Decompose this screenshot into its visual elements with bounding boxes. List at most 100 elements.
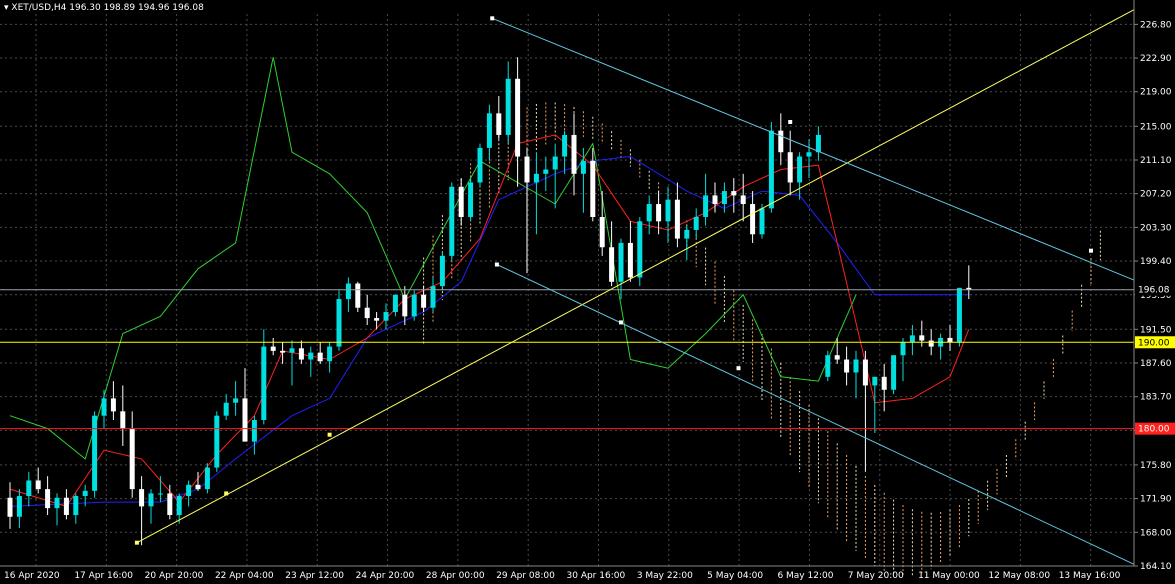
candle-body: [891, 355, 897, 390]
candle-body: [853, 359, 859, 373]
time-tick-label: 6 May 12:00: [777, 571, 833, 581]
candle-body: [402, 294, 408, 317]
candle-body: [815, 134, 821, 153]
candle-body: [571, 134, 577, 174]
channel-anchor: [490, 16, 495, 21]
price-tick-label: 226.80: [1140, 20, 1172, 30]
time-tick-label: 17 Apr 16:00: [74, 571, 133, 581]
hline-180-label: 180.00: [1138, 425, 1170, 435]
candle-body: [872, 376, 878, 386]
candle-body: [496, 113, 502, 135]
price-tick-label: 187.60: [1140, 359, 1172, 369]
candle-body: [214, 415, 220, 468]
candle-body: [458, 186, 464, 218]
candle-body: [524, 156, 530, 183]
channel-anchor: [494, 262, 499, 267]
candle-body: [110, 398, 116, 412]
channel-anchor: [788, 119, 793, 124]
price-axis: 226.80 222.90 219.00 215.00 211.10 207.20 203.…: [1133, 0, 1175, 572]
candle-body: [251, 420, 257, 442]
candle-body: [392, 294, 398, 313]
candle-body: [7, 497, 13, 517]
candle-body: [900, 342, 906, 356]
candle-body: [280, 350, 286, 353]
candle-body: [703, 195, 709, 218]
candle-body: [298, 348, 304, 360]
price-tick-label: 222.90: [1140, 54, 1172, 64]
candle-body: [26, 480, 32, 497]
candle-body: [477, 147, 483, 183]
price-tick-label: 168.00: [1140, 528, 1172, 538]
candle-body: [186, 484, 192, 497]
candle-body: [825, 355, 831, 377]
time-tick-label: 7 May 20:00: [848, 571, 904, 581]
candle-body: [834, 355, 840, 360]
candle-body: [486, 113, 492, 148]
candle-body: [411, 294, 417, 317]
candle-body: [364, 307, 370, 319]
time-tick-label: 23 Apr 12:00: [285, 571, 344, 581]
candle-body: [16, 496, 22, 517]
price-tick-label: 215.00: [1140, 122, 1172, 132]
price-tick-label: 211.10: [1140, 156, 1172, 166]
candle-body: [82, 490, 88, 497]
candle-body: [627, 242, 633, 278]
candle-body: [797, 156, 803, 183]
price-tick-label: 191.50: [1140, 325, 1172, 335]
candle-body: [665, 199, 671, 222]
candle-body: [223, 402, 229, 416]
candle-body: [317, 352, 323, 362]
price-tick-label: 171.90: [1140, 495, 1172, 505]
candle-body: [270, 346, 276, 351]
price-tick-label: 183.70: [1140, 393, 1172, 403]
candle-body: [862, 359, 868, 386]
time-tick-label: 28 Apr 00:00: [426, 571, 485, 581]
hline-190-label: 190.00: [1138, 338, 1170, 348]
candle-body: [327, 346, 333, 362]
candle-body: [383, 312, 389, 321]
time-tick-label: 20 Apr 20:00: [145, 571, 204, 581]
candle-body: [562, 134, 568, 157]
price-tick-label: 164.10: [1140, 562, 1172, 572]
candle-body: [928, 340, 934, 347]
candle-body: [947, 337, 953, 343]
candle-body: [45, 489, 51, 509]
candle-body: [919, 335, 925, 341]
candle-body: [73, 496, 79, 516]
candle-body: [740, 195, 746, 205]
trendline-drawings[interactable]: [0, 9, 1135, 565]
candle-body: [261, 346, 267, 421]
candle-body: [63, 497, 69, 516]
candle-body: [355, 283, 361, 308]
symbol-label: XET/USD,H4: [11, 3, 67, 13]
candle-body: [421, 294, 427, 308]
channel-anchor: [1089, 248, 1093, 253]
collapse-triangle-icon[interactable]: ▾: [4, 3, 9, 13]
channel-lower-line: [496, 264, 1135, 565]
candlesticks: [7, 57, 972, 546]
candle-body: [590, 160, 596, 218]
trendline-anchor: [224, 491, 229, 496]
candle-body: [242, 398, 248, 442]
trendline-anchor: [134, 540, 139, 545]
chart-window[interactable]: 226.80 222.90 219.00 215.00 211.10 207.20 203.…: [0, 0, 1175, 584]
trendline-anchor: [327, 432, 332, 437]
candle-body: [656, 204, 662, 222]
candle-body: [233, 398, 239, 403]
channel-anchor: [619, 320, 623, 325]
candle-body: [750, 204, 756, 235]
candle-body: [637, 221, 643, 278]
time-tick-label: 29 Apr 08:00: [496, 571, 555, 581]
candle-body: [646, 204, 652, 222]
candle-body: [543, 169, 549, 174]
candle-body: [35, 480, 41, 490]
candle-body: [533, 173, 539, 183]
candle-body: [289, 348, 295, 353]
candle-body: [148, 493, 154, 507]
time-tick-label: 11 May 00:00: [918, 571, 980, 581]
price-chart[interactable]: 226.80 222.90 219.00 215.00 211.10 207.20 203.…: [0, 0, 1175, 584]
time-axis: 16 Apr 2020 17 Apr 16:00 20 Apr 20:00 22 Ap…: [0, 565, 1134, 581]
candle-body: [101, 398, 107, 416]
candle-body: [768, 130, 774, 209]
candle-body: [139, 489, 145, 507]
